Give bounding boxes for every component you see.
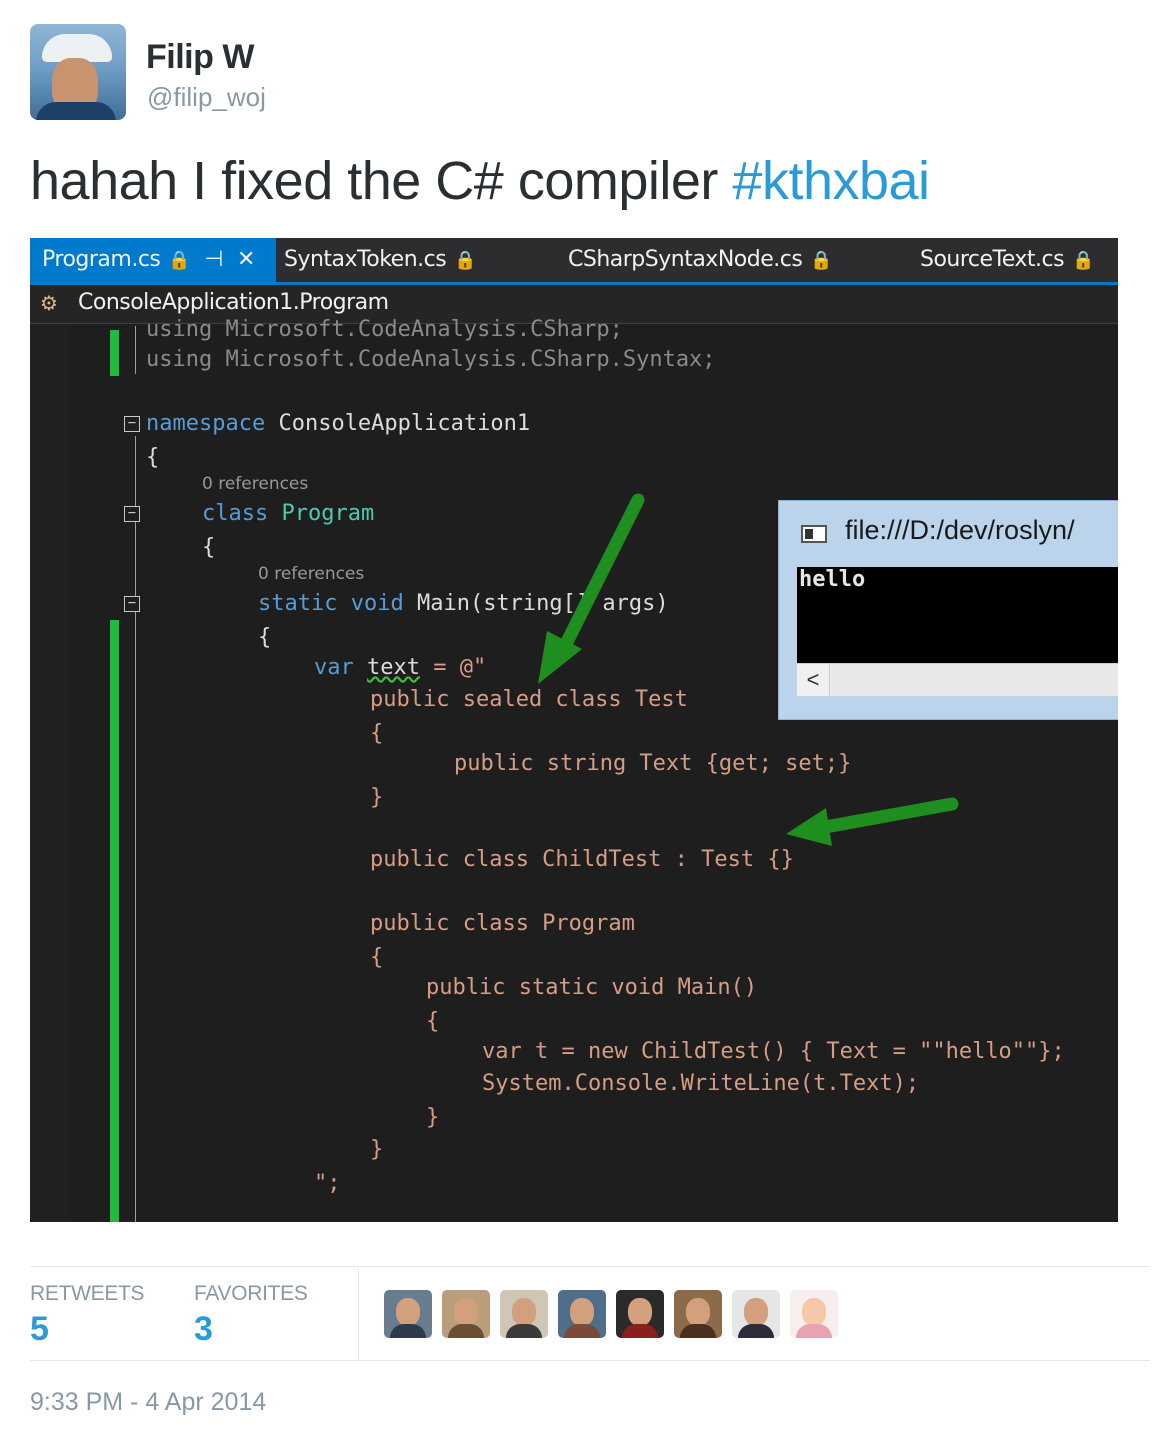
avatar-face xyxy=(686,1298,710,1326)
favorites-label: FAVORITES xyxy=(194,1282,308,1305)
favoriter-avatar[interactable] xyxy=(500,1290,548,1338)
divider xyxy=(30,1266,1150,1267)
arrow-left-icon xyxy=(786,797,959,846)
favoriter-avatar[interactable] xyxy=(732,1290,780,1338)
favoriter-avatar[interactable] xyxy=(616,1290,664,1338)
retweets-count[interactable]: 5 xyxy=(30,1310,49,1349)
avatar-shirt xyxy=(738,1324,774,1338)
avatar-face xyxy=(454,1298,478,1326)
avatar-shirt xyxy=(796,1324,832,1338)
favoriter-avatar[interactable] xyxy=(384,1290,432,1338)
tweet-image[interactable]: Program.cs 🔒 ⊣ ✕ SyntaxToken.cs 🔒 CSharpSynt… xyxy=(30,238,1118,1222)
avatar-shirt xyxy=(390,1324,426,1338)
favoriter-avatar[interactable] xyxy=(442,1290,490,1338)
avatar-face xyxy=(802,1298,826,1326)
retweets-label: RETWEETS xyxy=(30,1282,145,1305)
author-avatar[interactable] xyxy=(30,24,126,120)
hashtag-link[interactable]: #kthxbai xyxy=(732,151,930,211)
favoriter-avatar[interactable] xyxy=(790,1290,838,1338)
stats-divider xyxy=(358,1268,359,1360)
divider xyxy=(30,1360,1150,1361)
annotation-arrows xyxy=(538,493,959,846)
avatar-shirt xyxy=(36,102,116,120)
favoriter-avatar[interactable] xyxy=(558,1290,606,1338)
author-handle[interactable]: @filip_woj xyxy=(147,82,266,113)
author-name[interactable]: Filip W xyxy=(146,38,254,77)
avatar-face xyxy=(512,1298,536,1326)
favoriter-avatar[interactable] xyxy=(674,1290,722,1338)
favorites-count[interactable]: 3 xyxy=(194,1310,213,1349)
avatar-face xyxy=(628,1298,652,1326)
tweet-text: hahah I fixed the C# compiler #kthxbai xyxy=(30,150,930,212)
avatar-face xyxy=(744,1298,768,1326)
avatar-shirt xyxy=(506,1324,542,1338)
avatar-shirt xyxy=(448,1324,484,1338)
avatar-shirt xyxy=(564,1324,600,1338)
arrow-down-icon xyxy=(538,493,645,684)
avatar-shirt xyxy=(680,1324,716,1338)
avatar-face xyxy=(396,1298,420,1326)
tweet-body: hahah I fixed the C# compiler xyxy=(30,151,733,211)
avatar-shirt xyxy=(622,1324,658,1338)
avatar-face xyxy=(570,1298,594,1326)
tweet-timestamp[interactable]: 9:33 PM - 4 Apr 2014 xyxy=(30,1388,266,1417)
